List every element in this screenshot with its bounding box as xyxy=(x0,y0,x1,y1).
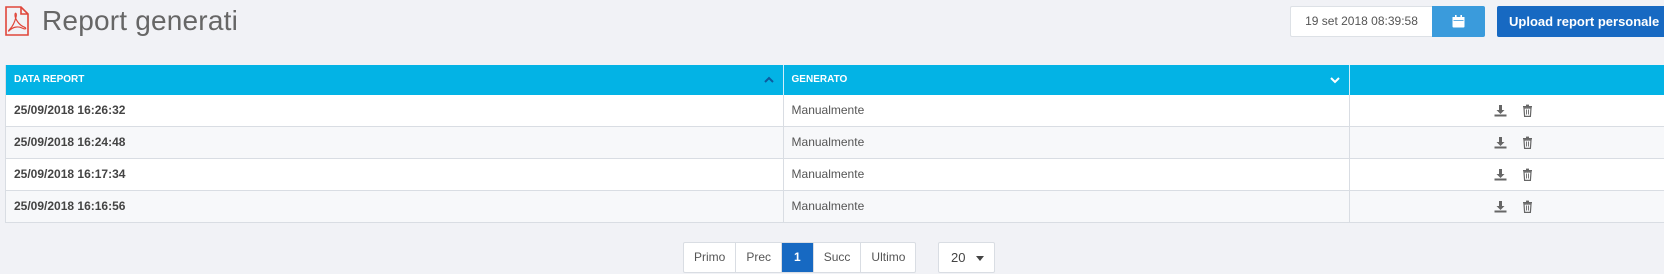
table-row: 25/09/2018 16:26:32 Manualmente xyxy=(6,95,1664,127)
report-generated: Manualmente xyxy=(784,127,1351,158)
date-display[interactable]: 19 set 2018 08:39:58 xyxy=(1290,6,1432,37)
pagination-first[interactable]: Primo xyxy=(684,243,737,272)
pagination-last[interactable]: Ultimo xyxy=(861,243,915,272)
column-header-data-report[interactable]: DATA REPORT xyxy=(6,65,784,95)
caret-down-icon xyxy=(976,256,984,261)
report-date: 25/09/2018 16:17:34 xyxy=(6,159,784,190)
report-generated: Manualmente xyxy=(784,191,1351,222)
calendar-icon xyxy=(1452,15,1465,28)
trash-icon[interactable] xyxy=(1521,104,1534,117)
row-actions xyxy=(1350,127,1664,158)
title-area: Report generati xyxy=(4,6,238,36)
download-icon[interactable] xyxy=(1494,168,1507,181)
chevron-up-icon[interactable] xyxy=(763,74,775,86)
page-size-select[interactable]: 20 xyxy=(938,242,995,273)
upload-report-button[interactable]: Upload report personale xyxy=(1497,6,1664,37)
report-date: 25/09/2018 16:16:56 xyxy=(6,191,784,222)
page-title: Report generati xyxy=(42,5,239,36)
pagination-current-page[interactable]: 1 xyxy=(782,243,814,272)
row-actions xyxy=(1350,191,1664,222)
pagination: Primo Prec 1 Succ Ultimo xyxy=(683,242,917,273)
table-row: 25/09/2018 16:17:34 Manualmente xyxy=(6,159,1664,191)
report-generated: Manualmente xyxy=(784,95,1351,126)
table-header: DATA REPORT GENERATO xyxy=(6,65,1664,95)
row-actions xyxy=(1350,159,1664,190)
chevron-down-icon[interactable] xyxy=(1329,74,1341,86)
pdf-file-icon xyxy=(5,6,29,36)
page-size-value: 20 xyxy=(951,250,966,265)
download-icon[interactable] xyxy=(1494,136,1507,149)
download-icon[interactable] xyxy=(1494,104,1507,117)
column-header-generato[interactable]: GENERATO xyxy=(784,65,1351,95)
report-generated: Manualmente xyxy=(784,159,1351,190)
report-date: 25/09/2018 16:26:32 xyxy=(6,95,784,126)
row-actions xyxy=(1350,95,1664,126)
table-row: 25/09/2018 16:16:56 Manualmente xyxy=(6,191,1664,223)
download-icon[interactable] xyxy=(1494,200,1507,213)
pagination-prev[interactable]: Prec xyxy=(736,243,783,272)
trash-icon[interactable] xyxy=(1521,168,1534,181)
calendar-button[interactable] xyxy=(1432,6,1485,37)
pagination-next[interactable]: Succ xyxy=(814,243,862,272)
column-header-actions xyxy=(1350,65,1664,95)
trash-icon[interactable] xyxy=(1521,200,1534,213)
reports-table: DATA REPORT GENERATO 25/09/2018 16:26:32… xyxy=(5,65,1664,223)
table-row: 25/09/2018 16:24:48 Manualmente xyxy=(6,127,1664,159)
report-date: 25/09/2018 16:24:48 xyxy=(6,127,784,158)
page-header: Report generati 19 set 2018 08:39:58 Upl… xyxy=(0,0,1664,60)
trash-icon[interactable] xyxy=(1521,136,1534,149)
